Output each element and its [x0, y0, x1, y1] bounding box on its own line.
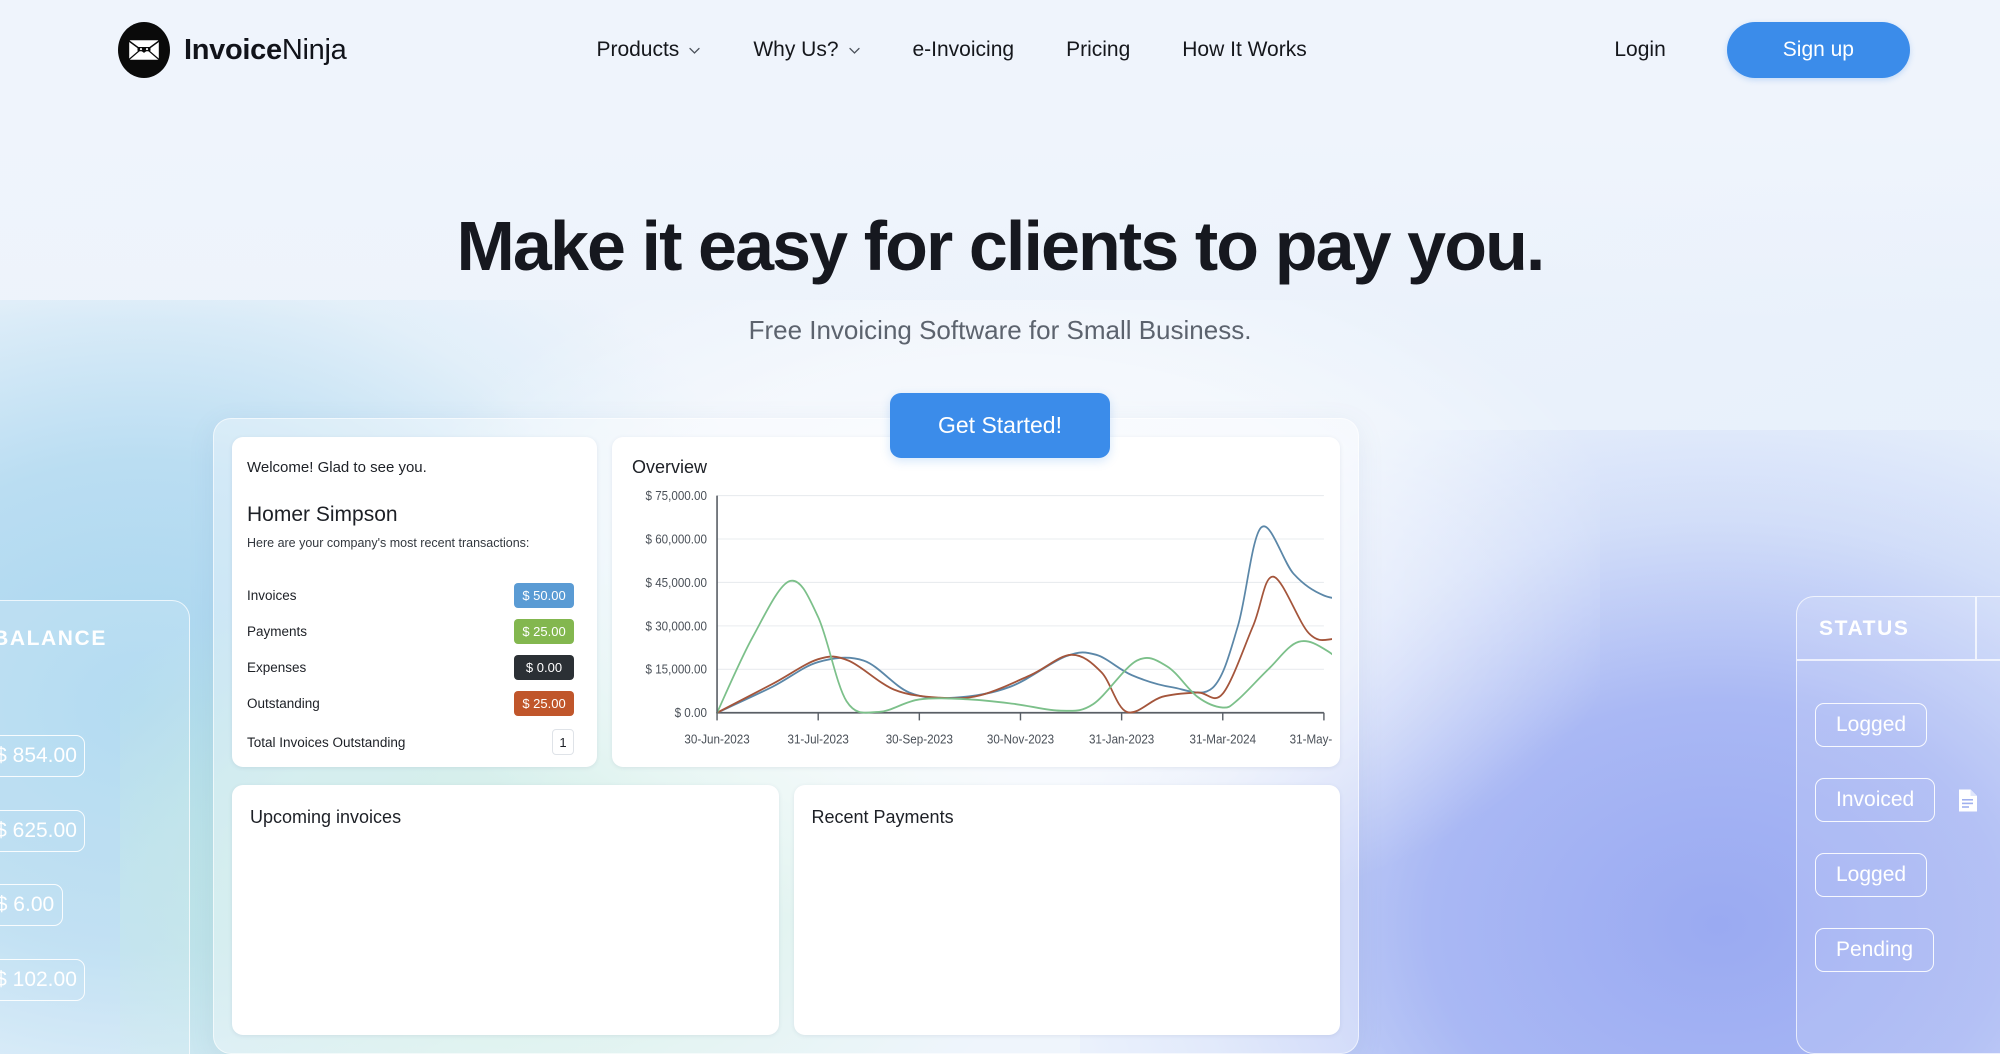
balance-row: 1 $ 625.00 [0, 810, 191, 852]
status-panel-column-divider [1975, 597, 1977, 659]
balance-row: 21 $ 102.00 [0, 959, 191, 1001]
recent-payments-card: Recent Payments [793, 785, 1340, 1035]
svg-text:$ 15,000.00: $ 15,000.00 [646, 662, 708, 677]
nav-item-why-us[interactable]: Why Us? [727, 28, 886, 72]
metric-row: Outstanding $ 25.00 [247, 685, 581, 721]
metric-label: Outstanding [247, 695, 320, 711]
metric-label: Invoices [247, 587, 297, 603]
welcome-greeting: Welcome! Glad to see you. [247, 459, 427, 476]
main-navigation: Products Why Us? e-Invoicing Pricing How… [570, 28, 1332, 72]
balance-amount-chip[interactable]: $ 6.00 [0, 884, 63, 926]
balance-amount-chip[interactable]: $ 102.00 [0, 959, 85, 1001]
upcoming-invoices-title: Upcoming invoices [250, 807, 402, 827]
welcome-card: Welcome! Glad to see you. Homer Simpson … [232, 437, 597, 767]
balance-row: 21 $ 854.00 [0, 735, 191, 777]
overview-chart[interactable]: $ 0.00 $ 15,000.00 $ 30,000.00 $ 45,000.00 $… [624, 489, 1332, 761]
brand-logo[interactable]: InvoiceNinja [118, 22, 347, 78]
metric-row-total: Total Invoices Outstanding 1 [247, 721, 581, 763]
status-badge[interactable]: Logged [1815, 853, 1928, 897]
svg-text:31-Jan-2023: 31-Jan-2023 [1089, 732, 1155, 747]
hero-subtitle: Free Invoicing Software for Small Busine… [748, 315, 1252, 345]
metric-row: Payments $ 25.00 [247, 613, 581, 649]
brand-text-regular: Ninja [281, 33, 347, 66]
login-link[interactable]: Login [1596, 28, 1683, 72]
nav-item-products[interactable]: Products [570, 28, 727, 72]
chart-series [716, 525, 1332, 714]
chevron-down-icon [688, 44, 701, 57]
svg-text:31-Mar-2024: 31-Mar-2024 [1189, 732, 1256, 747]
brand-text-bold: Invoice [184, 33, 282, 66]
total-outstanding-label: Total Invoices Outstanding [247, 734, 406, 750]
balance-row: 1 $ 6.00 [0, 884, 191, 926]
overview-title: Overview [632, 457, 708, 477]
dashboard-bottom-row: Upcoming invoices Recent Payments [232, 785, 1340, 1035]
metric-label: Expenses [247, 659, 307, 675]
svg-text:31-Jul-2023: 31-Jul-2023 [787, 732, 849, 747]
metric-value-badge[interactable]: $ 50.00 [514, 582, 574, 608]
svg-text:$ 30,000.00: $ 30,000.00 [646, 619, 708, 634]
status-panel-divider [1797, 659, 2000, 661]
get-started-button[interactable]: Get Started! [889, 393, 1110, 458]
user-name: Homer Simpson [247, 503, 398, 526]
status-row: Invoiced [1815, 778, 1979, 822]
chart-axes [716, 495, 1325, 721]
status-row: Pending [1815, 928, 1935, 972]
balance-panel: BALANCE 21 $ 854.00 1 $ 625.00 1 $ 6.00 … [0, 600, 190, 1054]
total-outstanding-value: 1 [552, 729, 574, 755]
svg-text:31-May-2024: 31-May-2024 [1290, 732, 1332, 747]
document-icon [1957, 788, 1979, 813]
svg-text:30-Sep-2023: 30-Sep-2023 [886, 732, 953, 747]
svg-text:$ 45,000.00: $ 45,000.00 [646, 575, 708, 590]
envelope-ninja-icon [118, 22, 170, 78]
svg-text:30-Nov-2023: 30-Nov-2023 [987, 732, 1054, 747]
balance-panel-title: BALANCE [0, 627, 107, 650]
status-row: Logged [1815, 853, 1928, 897]
chevron-down-icon [848, 44, 861, 57]
status-panel-title: STATUS [1819, 617, 1910, 640]
svg-text:30-Jun-2023: 30-Jun-2023 [684, 732, 750, 747]
status-panel: STATUS Logged Invoiced Logged Pending [1796, 596, 2000, 1054]
welcome-subtext: Here are your company's most recent tran… [247, 536, 530, 550]
svg-text:$ 0.00: $ 0.00 [675, 706, 708, 721]
status-badge[interactable]: Invoiced [1815, 778, 1936, 822]
dashboard-top-row: Welcome! Glad to see you. Homer Simpson … [232, 437, 1340, 767]
auth-actions: Login Sign up [1596, 22, 1910, 78]
overview-chart-svg: $ 0.00 $ 15,000.00 $ 30,000.00 $ 45,000.00 $… [646, 489, 1332, 747]
upcoming-invoices-card: Upcoming invoices [232, 785, 779, 1035]
metric-value-badge[interactable]: $ 25.00 [514, 690, 574, 716]
svg-text:$ 75,000.00: $ 75,000.00 [646, 489, 708, 503]
metric-value-badge[interactable]: $ 25.00 [514, 618, 574, 644]
nav-label: Products [596, 38, 680, 61]
metrics-list: Invoices $ 50.00 Payments $ 25.00 Expens… [247, 577, 581, 763]
nav-item-pricing[interactable]: Pricing [1040, 28, 1156, 72]
site-header: InvoiceNinja Products Why Us? e-Invoicin… [0, 0, 2000, 100]
metric-row: Invoices $ 50.00 [247, 577, 581, 613]
balance-amount-chip[interactable]: $ 854.00 [0, 735, 85, 777]
metric-row: Expenses $ 0.00 [247, 649, 581, 685]
dashboard-preview: Welcome! Glad to see you. Homer Simpson … [213, 418, 1359, 1054]
signup-button[interactable]: Sign up [1726, 22, 1910, 78]
chart-y-axis-labels: $ 0.00 $ 15,000.00 $ 30,000.00 $ 45,000.00 $… [646, 489, 708, 720]
page-title: Make it easy for clients to pay you. [456, 207, 1546, 285]
nav-label: e-Invoicing [912, 38, 1015, 61]
nav-label: How It Works [1182, 38, 1307, 61]
nav-item-e-invoicing[interactable]: e-Invoicing [887, 28, 1041, 72]
metric-value-badge[interactable]: $ 0.00 [514, 654, 574, 680]
nav-label: Why Us? [753, 38, 839, 61]
brand-text: InvoiceNinja [184, 33, 347, 67]
overview-card: Overview $ 0.00 $ 15,000.00 $ 30,000.00 $ 4… [612, 437, 1340, 767]
svg-text:$ 60,000.00: $ 60,000.00 [646, 532, 708, 547]
status-badge[interactable]: Pending [1815, 928, 1935, 972]
chart-x-axis-labels: 30-Jun-2023 31-Jul-2023 30-Sep-2023 30-Nov-… [684, 732, 1332, 747]
nav-item-how-it-works[interactable]: How It Works [1156, 28, 1332, 72]
status-row: Logged [1815, 703, 1928, 747]
status-badge[interactable]: Logged [1815, 703, 1928, 747]
nav-label: Pricing [1066, 38, 1131, 61]
metric-label: Payments [247, 623, 308, 639]
recent-payments-title: Recent Payments [811, 807, 954, 827]
balance-amount-chip[interactable]: $ 625.00 [0, 810, 85, 852]
